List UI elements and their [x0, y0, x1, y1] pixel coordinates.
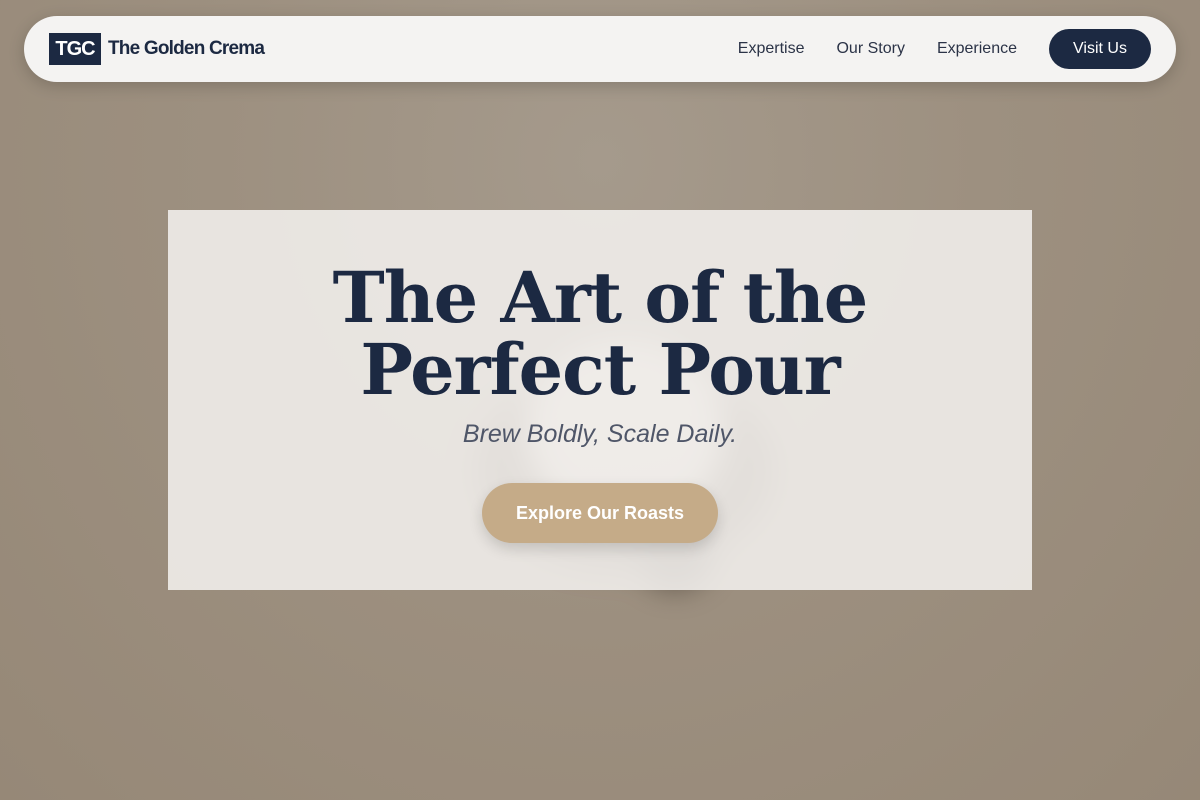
visit-us-button[interactable]: Visit Us: [1049, 29, 1151, 69]
main-nav: Expertise Our Story Experience Visit Us: [706, 29, 1151, 69]
brand-name: The Golden Crema: [108, 38, 265, 59]
hero-subtitle: Brew Boldly, Scale Daily.: [462, 420, 738, 448]
navbar: TGC The Golden Crema Expertise Our Story…: [24, 16, 1176, 82]
hero-card: The Art of the Perfect Pour Brew Boldly,…: [168, 210, 1032, 590]
hero-title: The Art of the Perfect Pour: [332, 256, 869, 411]
nav-link-expertise[interactable]: Expertise: [738, 40, 805, 58]
brand-logo-link[interactable]: TGC The Golden Crema: [49, 33, 265, 65]
explore-roasts-button[interactable]: Explore Our Roasts: [482, 483, 718, 543]
nav-link-our-story[interactable]: Our Story: [836, 40, 904, 58]
brand-mark: TGC: [49, 33, 101, 65]
nav-link-experience[interactable]: Experience: [937, 40, 1017, 58]
